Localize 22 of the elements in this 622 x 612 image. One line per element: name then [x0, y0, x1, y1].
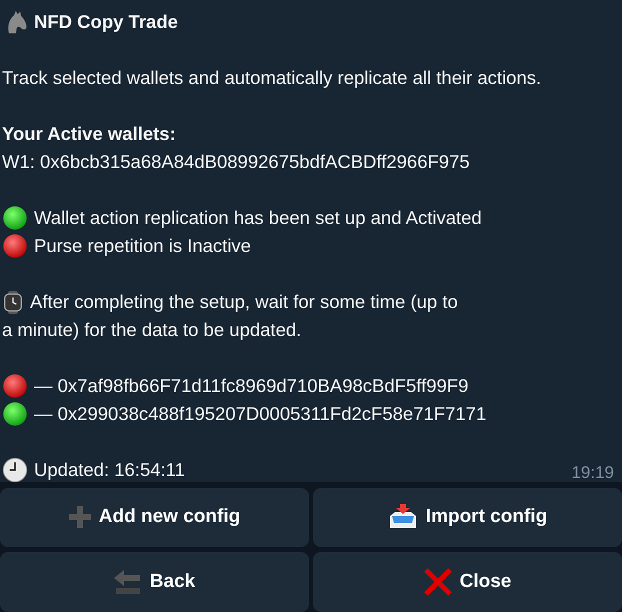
back-button[interactable]: Back	[0, 552, 309, 612]
add-config-button[interactable]: Add new config	[0, 488, 309, 546]
clock-icon	[2, 457, 28, 483]
updated-text: Updated: 16:54:11	[34, 458, 185, 482]
status-text: Wallet action replication has been set up and Activated	[34, 206, 482, 230]
tracked-address: — 0x7af98fb66F71d11fc8969d710BA98cBdF5ff99F9	[34, 374, 468, 398]
note-text: a minute) for the data to be updated.	[2, 318, 302, 342]
import-config-button[interactable]: Import config	[313, 488, 622, 546]
plus-icon	[68, 506, 91, 528]
back-arrow-icon	[114, 568, 142, 595]
note-text: After completing the setup, wait for some time (up to	[30, 290, 458, 314]
wallet-address: W1: 0x6bcb315a68A84dB08992675bdfACBDff2966F975	[2, 151, 470, 172]
message-title: NFD Copy Trade	[34, 10, 178, 34]
wallets-heading: Your Active wallets:	[2, 123, 176, 144]
tracked-address: — 0x299038c488f195207D0005311Fd2cF58e71F7171	[34, 402, 486, 426]
message-time: 19:19	[571, 462, 614, 484]
cross-icon	[424, 568, 452, 596]
status-text: Purse repetition is Inactive	[34, 234, 251, 258]
close-button[interactable]: Close	[313, 552, 622, 612]
intro-text: Track selected wallets and automatically replicate all their actions.	[2, 67, 542, 88]
inbox-tray-icon	[388, 504, 418, 530]
watch-icon	[2, 290, 24, 314]
